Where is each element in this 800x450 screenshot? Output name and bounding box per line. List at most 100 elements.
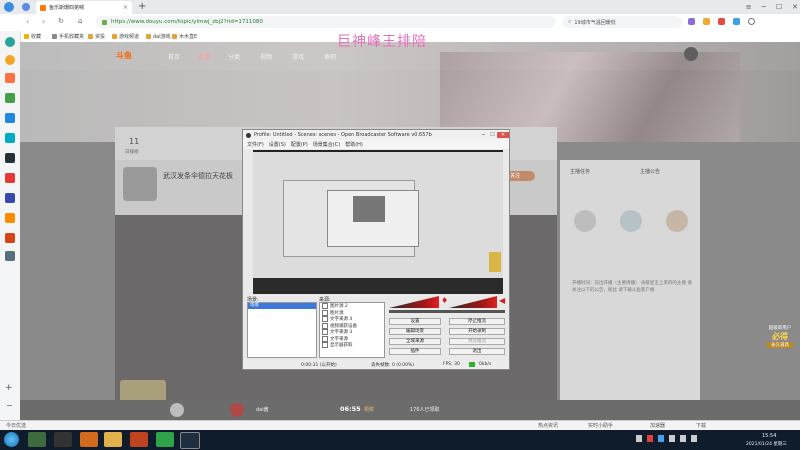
app-icon[interactable] xyxy=(5,93,15,103)
app-icon[interactable] xyxy=(5,251,15,261)
nav-forward-icon[interactable]: › xyxy=(42,17,45,26)
status-item[interactable]: 加速器 xyxy=(650,422,665,429)
taskbar-app-icon[interactable] xyxy=(104,432,122,447)
obs-close-icon[interactable]: ✕ xyxy=(497,132,509,138)
app-icon[interactable] xyxy=(5,133,15,143)
tray-icon[interactable] xyxy=(636,435,642,442)
tray-icon[interactable] xyxy=(691,435,697,442)
source-checkbox[interactable] xyxy=(322,316,328,323)
source-checkbox[interactable] xyxy=(322,322,328,329)
bookmark-item[interactable]: 手机收藏夹 xyxy=(52,32,84,41)
app-icon[interactable] xyxy=(5,37,15,47)
app-icon[interactable] xyxy=(5,55,15,65)
status-item[interactable]: 下载 xyxy=(696,422,706,429)
tray-icon[interactable] xyxy=(647,435,653,442)
bookmark-item[interactable]: 木木直E xyxy=(172,32,197,41)
obs-global-sources-button[interactable]: 全域来源 xyxy=(389,338,441,345)
nav-yuba[interactable]: 鱼吧 xyxy=(324,52,336,61)
taskbar-app-icon[interactable] xyxy=(180,432,200,449)
bookmark-item[interactable]: 收藏 xyxy=(24,32,41,41)
source-checkbox[interactable] xyxy=(322,329,328,336)
status-item[interactable]: 热点资讯 xyxy=(538,422,558,429)
app-icon[interactable] xyxy=(5,173,15,183)
nav-live[interactable]: 直播 xyxy=(198,52,210,61)
taskbar-app-icon[interactable] xyxy=(28,432,46,447)
gift-icon[interactable] xyxy=(170,403,184,417)
maximize-icon[interactable]: ☐ xyxy=(776,3,782,11)
bookmark-item[interactable]: dal游戏 xyxy=(146,32,171,41)
tray-icon[interactable] xyxy=(680,435,686,442)
clock-time[interactable]: 15:54 xyxy=(762,433,776,439)
taskbar-app-icon[interactable] xyxy=(156,432,174,447)
nav-back-icon[interactable]: ‹ xyxy=(26,17,29,26)
nav-category[interactable]: 分类 xyxy=(228,52,240,61)
scenes-list[interactable]: 场景 xyxy=(247,302,317,358)
nav-home[interactable]: 首页 xyxy=(168,52,180,61)
url-field[interactable]: https://www.douyu.com/topic/ylmwj_zbj2?r… xyxy=(96,16,556,28)
menu-icon[interactable]: ≡ xyxy=(746,3,752,11)
back-icon[interactable] xyxy=(22,3,30,11)
nav-games[interactable]: 游戏 xyxy=(292,52,304,61)
home-icon[interactable]: ⌂ xyxy=(78,17,82,25)
obs-plugins-button[interactable]: 插件 xyxy=(389,348,441,355)
browser-search-field[interactable]: ⌕ 19城市气温回暖低 xyxy=(562,16,682,28)
obs-edit-scene-button[interactable]: 编辑场景 xyxy=(389,328,441,335)
taskbar-app-icon[interactable] xyxy=(54,432,72,447)
obs-menu-profile[interactable]: 配置(P) xyxy=(291,141,308,148)
app-icon[interactable] xyxy=(5,73,15,83)
obs-preview-stream-button[interactable]: 预览推流 xyxy=(449,338,505,345)
obs-start-record-button[interactable]: 开始录制 xyxy=(449,328,505,335)
obs-stop-stream-button[interactable]: 停止推流 xyxy=(449,318,505,325)
obs-menu-settings[interactable]: 设置(S) xyxy=(269,141,286,148)
ext-icon[interactable] xyxy=(703,18,710,25)
anchor-task-tab[interactable]: 主播任务 xyxy=(570,168,590,175)
add-app-icon[interactable]: + xyxy=(5,383,13,393)
taskbar-app-icon[interactable] xyxy=(80,432,98,447)
bookmark-item[interactable]: 游戏频道 xyxy=(112,32,139,41)
sources-list[interactable]: 图片源 2 图片源 文字来源 4 视频捕获设备 文字来源 3 文字来源 显示器获… xyxy=(319,302,385,358)
status-left[interactable]: 今日优选 xyxy=(6,422,26,429)
nav-video[interactable]: 视频 xyxy=(260,52,272,61)
obs-menu-scenes[interactable]: 场景集合(C) xyxy=(313,141,340,148)
reload-icon[interactable]: ↻ xyxy=(58,17,64,25)
source-checkbox[interactable] xyxy=(322,342,328,349)
bookmark-item[interactable]: 资投 xyxy=(88,32,105,41)
app-icon[interactable] xyxy=(5,233,15,243)
site-logo[interactable]: 斗鱼 xyxy=(116,50,132,61)
scene-item[interactable]: 场景 xyxy=(248,303,316,309)
anchor-notice-tab[interactable]: 主播公告 xyxy=(640,168,660,175)
ext-icon[interactable] xyxy=(718,18,725,25)
speaker-icon[interactable]: ◀ xyxy=(499,296,505,305)
sponsor-badge[interactable]: 超级新用户 必得 永久道具 xyxy=(760,325,800,383)
obs-menu-help[interactable]: 帮助(H) xyxy=(345,141,363,148)
obs-menu-file[interactable]: 文件(F) xyxy=(247,141,264,148)
app-icon[interactable] xyxy=(5,113,15,123)
user-avatar[interactable] xyxy=(684,47,698,61)
browser-tab[interactable]: 鱼乐斯珊四弟喊 × xyxy=(36,1,132,14)
clock-date[interactable]: 2021/01/24 星期三 xyxy=(746,441,787,447)
source-checkbox[interactable] xyxy=(322,303,328,310)
source-checkbox[interactable] xyxy=(322,309,328,316)
tab-close-icon[interactable]: × xyxy=(123,4,128,11)
new-tab-button[interactable]: + xyxy=(138,1,146,12)
mic-volume-meter[interactable] xyxy=(389,296,439,308)
minimize-icon[interactable]: ─ xyxy=(762,3,766,11)
streamer-avatar[interactable] xyxy=(123,167,157,201)
ext-icon[interactable] xyxy=(688,18,695,25)
obs-settings-button[interactable]: 设置 xyxy=(389,318,441,325)
source-item[interactable]: 显示器获取 xyxy=(320,342,384,349)
status-item[interactable]: 实时小助手 xyxy=(588,422,613,429)
close-window-icon[interactable]: ✕ xyxy=(792,3,798,11)
more-apps-icon[interactable]: − xyxy=(6,401,13,410)
taskbar-app-icon[interactable] xyxy=(130,432,148,447)
tray-icon[interactable] xyxy=(658,435,664,442)
obs-minimize-icon[interactable]: ─ xyxy=(479,132,488,138)
source-checkbox[interactable] xyxy=(322,335,328,342)
app-icon[interactable] xyxy=(5,213,15,223)
tray-icon[interactable] xyxy=(669,435,675,442)
settings-icon[interactable] xyxy=(748,18,755,25)
obs-exit-button[interactable]: 退出 xyxy=(449,348,505,355)
app-icon[interactable] xyxy=(5,193,15,203)
gift-icon[interactable] xyxy=(230,403,244,417)
mic-icon[interactable]: ♦ xyxy=(441,296,448,305)
